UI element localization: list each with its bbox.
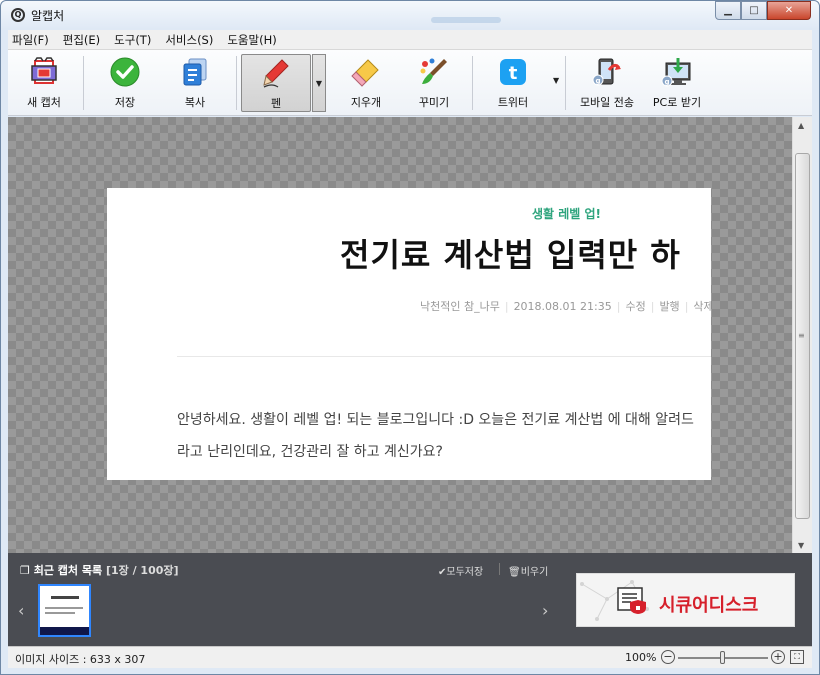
mobile-send-icon: g: [591, 56, 623, 88]
vertical-scrollbar[interactable]: ▲ ≡ ▼: [792, 117, 812, 553]
menu-service[interactable]: 서비스(S): [165, 32, 213, 48]
capture-author: 낙천적인 참_나무: [420, 300, 500, 313]
maximize-button[interactable]: □: [741, 1, 767, 20]
copy-button[interactable]: 복사: [170, 54, 220, 112]
zoom-slider-knob[interactable]: [720, 651, 725, 664]
menu-tools[interactable]: 도구(T): [114, 32, 151, 48]
pen-dropdown-button[interactable]: ▼: [312, 54, 326, 112]
clear-all-button[interactable]: 🗑비우기: [508, 563, 548, 578]
fit-to-window-button[interactable]: ⛶: [790, 650, 804, 664]
pc-receive-button[interactable]: g PC로 받기: [649, 54, 705, 112]
eraser-icon: [350, 56, 382, 88]
svg-text:g: g: [664, 78, 669, 86]
toolbar-separator: [472, 56, 473, 110]
secure-disk-icon: [617, 587, 646, 614]
decorate-label: 꾸미기: [418, 96, 450, 109]
ad-text: 시큐어디스크: [659, 595, 759, 616]
eraser-label: 지우개: [350, 96, 382, 109]
mobile-send-button[interactable]: g 모바일 전송: [575, 54, 639, 112]
zoom-out-button[interactable]: −: [661, 650, 675, 664]
next-arrow-icon[interactable]: ›: [542, 601, 548, 620]
save-label: 저장: [114, 96, 136, 109]
recent-captures-title: ❐ 최근 캡처 목록 [1장 / 100장]: [20, 564, 179, 577]
scroll-up-icon[interactable]: ▲: [798, 121, 804, 130]
image-canvas[interactable]: 생활 레벨 업! 전기료 계산법 입력만 하 낙천적인 참_나무 | 2018.08…: [8, 117, 792, 553]
pc-receive-label: PC로 받기: [652, 96, 702, 109]
title-blur-decoration: [431, 17, 501, 23]
pen-label: 펜: [270, 97, 282, 110]
menu-edit[interactable]: 편집(E): [63, 32, 100, 48]
status-bar: 이미지 사이즈 : 633 x 307 100% − + ⛶: [8, 646, 812, 668]
capture-category: 생활 레벨 업!: [532, 207, 602, 221]
recent-capture-thumbnail[interactable]: [38, 584, 91, 637]
twitter-icon: t: [497, 56, 529, 88]
decorate-button[interactable]: 꾸미기: [409, 54, 459, 112]
ad-banner[interactable]: 시큐어디스크: [576, 573, 795, 627]
app-logo-icon: Q: [11, 8, 25, 22]
prev-arrow-icon[interactable]: ‹: [18, 601, 24, 620]
check-icon: [109, 56, 141, 88]
pen-icon: [260, 57, 292, 89]
toolbar-separator: [565, 56, 566, 110]
zoom-value: 100%: [625, 651, 657, 664]
capture-date: 2018.08.01 21:35: [513, 300, 612, 313]
scroll-grip-icon: ≡: [798, 331, 805, 340]
captured-image[interactable]: 생활 레벨 업! 전기료 계산법 입력만 하 낙천적인 참_나무 | 2018.08…: [107, 188, 711, 480]
save-all-button[interactable]: ✔모두저장: [438, 563, 483, 578]
menu-help[interactable]: 도움말(H): [227, 32, 276, 48]
copy-icon: [179, 56, 211, 88]
eraser-button[interactable]: 지우개: [341, 54, 391, 112]
capture-divider: [177, 356, 711, 357]
pen-button[interactable]: 펜: [241, 54, 311, 112]
recent-captures-panel: ❐ 최근 캡처 목록 [1장 / 100장] ✔모두저장 🗑비우기 ‹ › 시큐…: [8, 553, 812, 646]
mobile-send-label: 모바일 전송: [579, 96, 635, 109]
window-icon: ❐: [20, 564, 30, 577]
save-button[interactable]: 저장: [100, 54, 150, 112]
scroll-down-icon[interactable]: ▼: [798, 541, 804, 550]
capture-delete: 삭제: [693, 300, 711, 313]
title-bar: Q 알캡처 ▁ □ ✕: [1, 1, 819, 29]
twitter-button[interactable]: t 트위터: [488, 54, 538, 112]
twitter-label: 트위터: [497, 96, 529, 109]
window-title: 알캡처: [31, 9, 65, 23]
recent-count: [1장 / 100장]: [105, 564, 179, 577]
close-button[interactable]: ✕: [767, 1, 811, 20]
capture-meta: 낙천적인 참_나무 | 2018.08.01 21:35 | 수정 | 발행 | 삭제: [420, 298, 711, 314]
chevron-down-icon[interactable]: ▼: [553, 76, 559, 85]
new-capture-label: 새 캡처: [27, 96, 61, 109]
capture-body-line: 안녕하세요. 생활이 레벨 업! 되는 블로그입니다 :D 오늘은 전기료 계산…: [177, 412, 694, 428]
new-capture-icon: [28, 56, 60, 88]
capture-publish: 발행: [659, 300, 680, 313]
capture-edit: 수정: [625, 300, 646, 313]
app-window: Q 알캡처 ▁ □ ✕ 파일(F) 편집(E) 도구(T) 서비스(S) 도움말…: [0, 0, 820, 675]
new-capture-button[interactable]: 새 캡처: [18, 54, 70, 112]
chevron-down-icon: ▼: [315, 78, 323, 88]
pc-receive-icon: g: [661, 56, 693, 88]
divider: [499, 563, 500, 575]
capture-title: 전기료 계산법 입력만 하: [340, 236, 681, 274]
svg-text:t: t: [509, 63, 518, 84]
svg-text:g: g: [595, 77, 600, 85]
toolbar-separator: [83, 56, 84, 110]
trash-icon: 🗑: [508, 567, 521, 578]
paint-brush-icon: [418, 56, 450, 88]
image-size-text: 이미지 사이즈 : 633 x 307: [15, 653, 146, 666]
toolbar: 새 캡처 저장 복사 펜 ▼ 지우개 꾸미기 t 트위터 ▼ g 모바일 전송 …: [8, 50, 812, 116]
minimize-button[interactable]: ▁: [715, 1, 741, 20]
zoom-in-button[interactable]: +: [771, 650, 785, 664]
menu-file[interactable]: 파일(F): [12, 32, 49, 48]
copy-label: 복사: [184, 96, 206, 109]
toolbar-separator: [236, 56, 237, 110]
capture-body-line: 라고 난리인데요, 건강관리 잘 하고 계신가요?: [177, 444, 443, 460]
menu-bar: 파일(F) 편집(E) 도구(T) 서비스(S) 도움말(H): [8, 30, 812, 50]
